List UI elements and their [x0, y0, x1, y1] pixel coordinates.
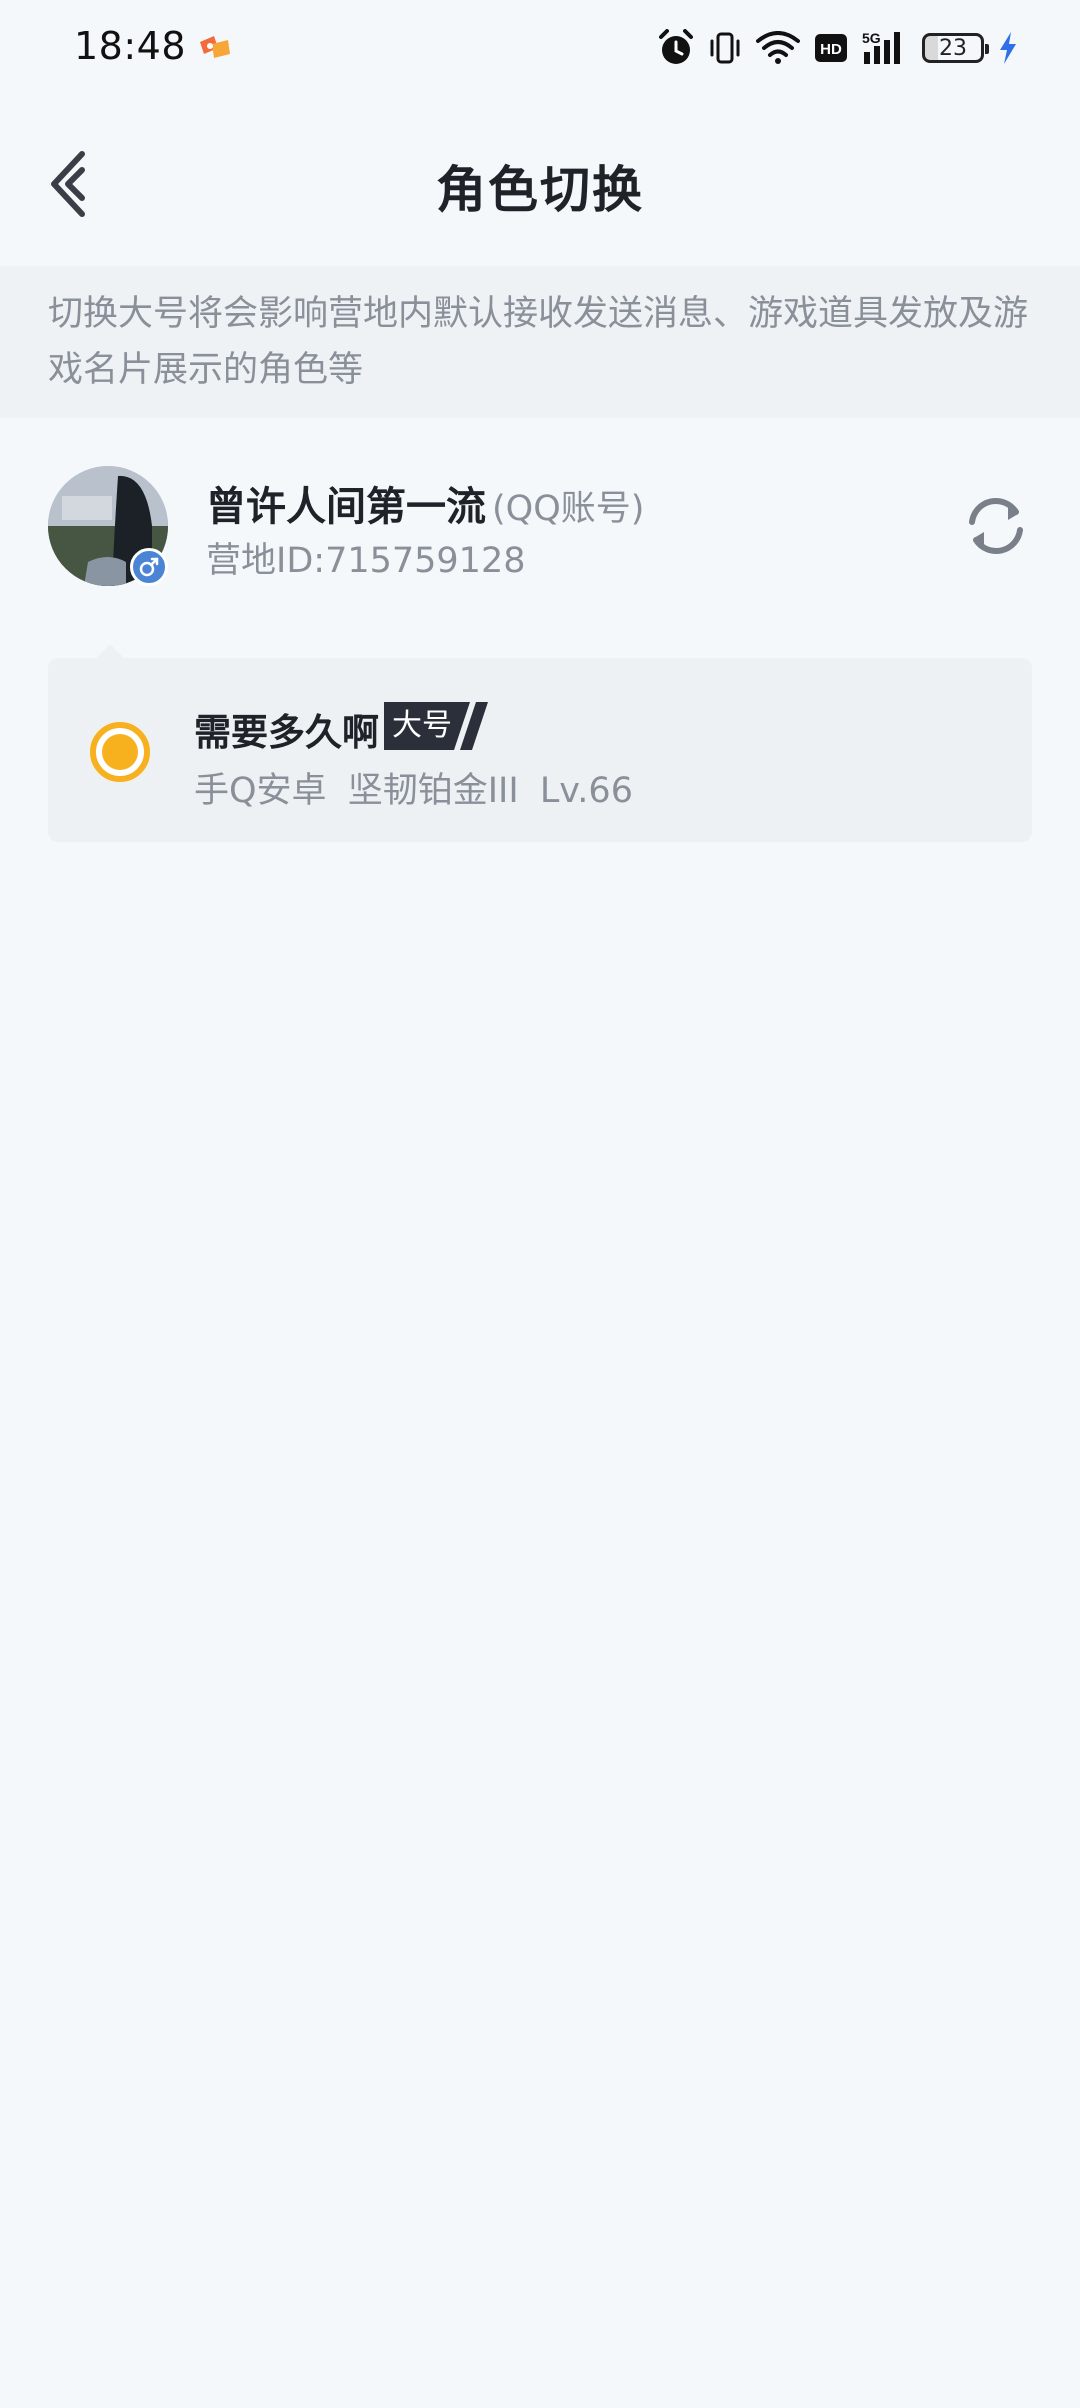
male-gender-icon [130, 548, 168, 586]
switch-account-button[interactable] [962, 492, 1030, 560]
vibrate-icon [708, 31, 742, 65]
card-notch [96, 644, 124, 658]
charging-icon [998, 31, 1018, 65]
main-badge-text: 大号 [392, 708, 452, 743]
refresh-icon [969, 497, 1023, 555]
status-icons: HD 5G 23 [658, 26, 1018, 70]
wifi-icon [756, 31, 800, 65]
nav-bar: 角色切换 [0, 96, 1080, 266]
account-name: 曾许人间第一流 (QQ账号) [206, 474, 644, 532]
role-radio-selected[interactable] [90, 722, 150, 782]
alarm-icon [658, 29, 694, 67]
main-account-badge: 大号 [384, 702, 490, 750]
account-row: 曾许人间第一流 (QQ账号) 营地ID:715759128 [0, 456, 1080, 596]
role-platform: 手Q安卓 [194, 771, 327, 811]
radio-dot [102, 734, 138, 770]
notice-banner: 切换大号将会影响营地内默认接收发送消息、游戏道具发放及游戏名片展示的角色等 [0, 266, 1080, 418]
role-level: Lv.66 [539, 771, 633, 811]
battery-icon: 23 [922, 33, 989, 63]
role-info: 手Q安卓 坚韧铂金III Lv.66 [194, 762, 633, 813]
app-notification-icon [198, 34, 232, 62]
role-item[interactable]: 需要多久啊 大号 手Q安卓 坚韧铂金III Lv.66 [48, 644, 1032, 842]
notice-text: 切换大号将会影响营地内默认接收发送消息、游戏道具发放及游戏名片展示的角色等 [48, 294, 1029, 390]
role-name: 需要多久啊 [194, 711, 379, 754]
page-title: 角色切换 [436, 161, 644, 219]
battery-level: 23 [922, 33, 989, 63]
account-id: 营地ID:715759128 [206, 541, 526, 581]
status-time: 18:48 [74, 24, 187, 68]
hd-icon: HD [814, 33, 848, 63]
account-type: (QQ账号) [492, 489, 645, 529]
account-name-text: 曾许人间第一流 [206, 484, 486, 530]
svg-text:HD: HD [820, 41, 842, 58]
signal-5g-icon: 5G [862, 30, 908, 66]
svg-text:5G: 5G [862, 30, 881, 46]
role-rank: 坚韧铂金III [347, 771, 519, 811]
status-bar: 18:48 HD 5G 23 [0, 0, 1080, 96]
